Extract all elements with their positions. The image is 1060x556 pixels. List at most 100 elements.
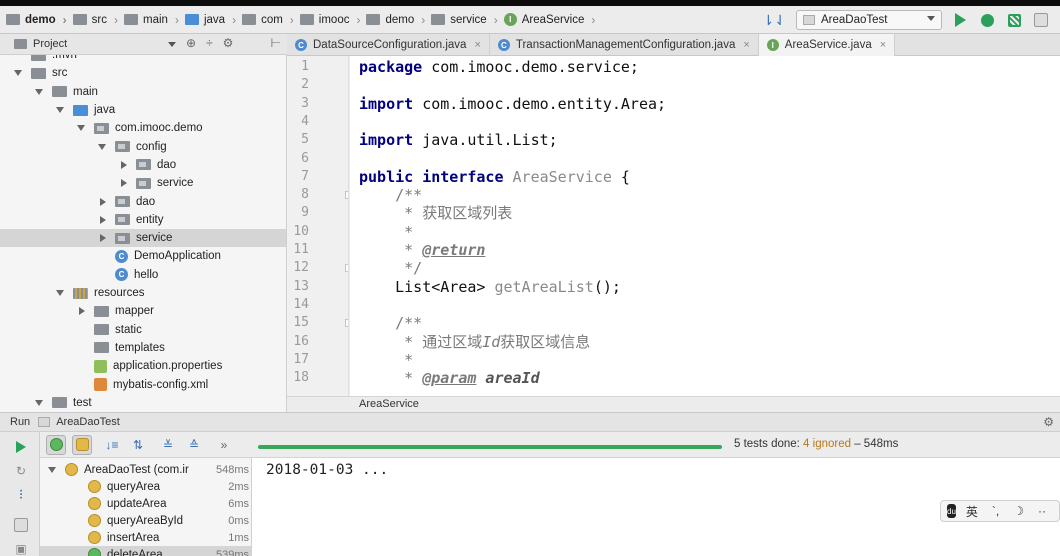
tree-item[interactable]: application.properties (0, 357, 286, 375)
chevron-down-icon[interactable] (77, 125, 85, 132)
debug-button[interactable] (978, 11, 996, 29)
chevron-down-icon[interactable] (48, 466, 56, 473)
tree-item[interactable]: C DemoApplication (0, 247, 286, 265)
tree-item[interactable]: service (0, 229, 286, 248)
tree-item[interactable]: .mvn (0, 55, 286, 64)
editor-tab[interactable]: I AreaService.java × (758, 34, 896, 56)
run-configuration-select[interactable]: AreaDaoTest (796, 10, 942, 30)
run-button[interactable] (951, 11, 969, 29)
editor-breadcrumb[interactable]: AreaService (287, 396, 1060, 412)
ime-punctuation[interactable]: `, (992, 504, 999, 518)
chevron-right-icon: › (591, 12, 596, 27)
code-editor[interactable]: package com.imooc.demo.service; import c… (350, 56, 1060, 396)
test-row[interactable]: deleteArea 539ms (40, 546, 251, 556)
tree-item[interactable]: dao (0, 156, 286, 174)
tree-item[interactable]: java (0, 101, 286, 119)
chevron-right-icon[interactable] (100, 197, 106, 206)
ime-moon-icon[interactable]: ☽ (1013, 504, 1024, 518)
breadcrumb-main[interactable]: main › (118, 6, 179, 34)
test-row[interactable]: queryAreaById 0ms (40, 512, 251, 529)
chevron-right-icon[interactable] (79, 307, 85, 316)
chevron-down-icon[interactable] (56, 107, 64, 114)
toggle-autotest-icon[interactable]: ⫶ (12, 486, 30, 504)
rerun-failed-icon[interactable]: ↻ (12, 462, 30, 480)
tree-item[interactable]: test (0, 394, 286, 412)
chevron-right-icon[interactable] (121, 160, 127, 169)
test-row[interactable]: insertArea 1ms (40, 529, 251, 546)
tree-item[interactable]: com.imooc.demo (0, 119, 286, 137)
close-icon[interactable]: × (743, 39, 749, 51)
editor-tab[interactable]: C DataSourceConfiguration.java × (287, 34, 490, 56)
line-number: 12 (293, 260, 309, 276)
chevron-down-icon[interactable] (35, 399, 43, 406)
breadcrumb-src[interactable]: src › (67, 6, 118, 34)
breadcrumb-java[interactable]: java › (179, 6, 236, 34)
test-row[interactable]: updateArea 6ms (40, 495, 251, 512)
tree-item[interactable]: entity (0, 211, 286, 229)
sort-duration-icon[interactable]: ⇅ (128, 435, 148, 455)
chevron-down-icon[interactable] (56, 290, 64, 297)
chevron-right-icon[interactable] (100, 215, 106, 224)
collapse-all-icon[interactable]: ≙ (184, 435, 204, 455)
chevron-down-icon[interactable] (98, 143, 106, 150)
run-panel-title[interactable]: Run (10, 416, 30, 428)
breadcrumb-imooc[interactable]: imooc › (294, 6, 360, 34)
sort-alpha-icon[interactable]: ↓≡ (102, 435, 122, 455)
breadcrumb-label: imooc (318, 13, 350, 26)
tree-item[interactable]: config (0, 138, 286, 156)
breadcrumb-areaservice[interactable]: I AreaService › (498, 6, 596, 34)
tree-item[interactable]: src (0, 64, 286, 82)
editor-tab[interactable]: C TransactionManagementConfiguration.java… (490, 34, 759, 56)
show-passed-button[interactable] (46, 434, 66, 455)
project-panel-title[interactable]: Project (33, 38, 67, 50)
breadcrumb-service[interactable]: service › (425, 6, 498, 34)
layout-icon[interactable]: ▣ (12, 540, 30, 556)
ime-more[interactable]: ·· (1038, 504, 1046, 518)
ime-language[interactable]: 英 (966, 503, 978, 520)
build-sort-icon[interactable]: ⇂⇃ (763, 12, 786, 29)
expand-all-icon[interactable]: ≚ (158, 435, 178, 455)
breadcrumb-demo[interactable]: demo › (0, 6, 67, 34)
fold-marker-icon[interactable] (345, 319, 348, 328)
test-row[interactable]: AreaDaoTest (com.ir 548ms (40, 461, 251, 478)
gear-icon[interactable]: ⚙ (223, 36, 234, 50)
breadcrumb-com[interactable]: com › (236, 6, 294, 34)
breadcrumb-label: demo (25, 13, 56, 26)
tree-item[interactable]: service (0, 174, 286, 192)
tree-item[interactable]: dao (0, 192, 286, 210)
fold-marker-icon[interactable] (345, 264, 348, 273)
tree-item[interactable]: static (0, 321, 286, 339)
hide-panel-icon[interactable]: ⊢ (271, 36, 281, 50)
stop-button[interactable] (12, 516, 30, 534)
chevron-down-icon[interactable] (168, 42, 176, 47)
stop-button[interactable] (1032, 11, 1050, 29)
tree-item[interactable]: resources (0, 284, 286, 302)
more-icon[interactable]: » (214, 435, 234, 455)
show-ignored-button[interactable] (72, 434, 92, 455)
tree-item[interactable]: mapper (0, 302, 286, 320)
gear-icon[interactable]: ⚙ (1043, 415, 1054, 429)
tree-item[interactable]: mybatis-config.xml (0, 375, 286, 393)
close-icon[interactable]: × (474, 39, 480, 51)
test-console[interactable]: 2018-01-03 ... (252, 458, 1060, 556)
chevron-down-icon[interactable] (35, 88, 43, 95)
chevron-right-icon[interactable] (100, 234, 106, 243)
tree-item[interactable]: templates (0, 339, 286, 357)
close-icon[interactable]: × (880, 39, 886, 51)
collapse-icon[interactable]: ÷ (206, 36, 213, 50)
fold-marker-icon[interactable] (345, 191, 348, 200)
tree-item[interactable]: Chello (0, 266, 286, 284)
locate-icon[interactable]: ⊕ (186, 36, 196, 50)
tree-item[interactable]: main (0, 83, 286, 101)
ime-logo[interactable]: du (947, 504, 956, 518)
coverage-button[interactable] (1005, 11, 1023, 29)
stop-icon (1034, 13, 1048, 27)
chevron-right-icon[interactable] (121, 179, 127, 188)
package-icon (136, 159, 151, 171)
chevron-down-icon[interactable] (14, 70, 22, 77)
param-name: areaId (476, 369, 540, 388)
rerun-button[interactable] (12, 438, 30, 456)
breadcrumb-demo-pkg[interactable]: demo › (360, 6, 425, 34)
test-row[interactable]: queryArea 2ms (40, 478, 251, 495)
run-panel-config[interactable]: AreaDaoTest (56, 416, 120, 428)
